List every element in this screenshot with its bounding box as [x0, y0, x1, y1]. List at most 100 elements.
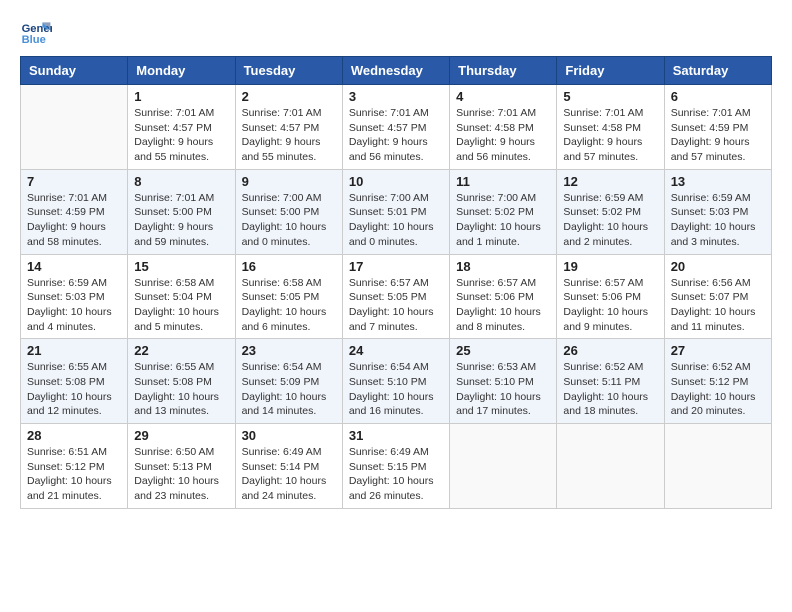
- header-tuesday: Tuesday: [235, 57, 342, 85]
- day-number: 24: [349, 343, 443, 358]
- calendar-week-4: 21 Sunrise: 6:55 AM Sunset: 5:08 PM Dayli…: [21, 339, 772, 424]
- day-number: 11: [456, 174, 550, 189]
- calendar-cell: 22 Sunrise: 6:55 AM Sunset: 5:08 PM Dayli…: [128, 339, 235, 424]
- day-info: Sunrise: 6:51 AM Sunset: 5:12 PM Dayligh…: [27, 445, 121, 504]
- calendar-cell: 19Sunrise: 6:57 AM Sunset: 5:06 PM Dayli…: [557, 254, 664, 339]
- day-info: Sunrise: 7:00 AM Sunset: 5:01 PM Dayligh…: [349, 191, 443, 250]
- calendar-cell: 8 Sunrise: 7:01 AM Sunset: 5:00 PM Daylig…: [128, 169, 235, 254]
- day-number: 25: [456, 343, 550, 358]
- calendar-header-row: SundayMondayTuesdayWednesdayThursdayFrid…: [21, 57, 772, 85]
- day-info: Sunrise: 6:52 AM Sunset: 5:12 PM Dayligh…: [671, 360, 765, 419]
- day-info: Sunrise: 6:56 AM Sunset: 5:07 PM Dayligh…: [671, 276, 765, 335]
- day-info: Sunrise: 6:58 AM Sunset: 5:04 PM Dayligh…: [134, 276, 228, 335]
- header-wednesday: Wednesday: [342, 57, 449, 85]
- calendar-cell: 20 Sunrise: 6:56 AM Sunset: 5:07 PM Dayli…: [664, 254, 771, 339]
- day-number: 12: [563, 174, 657, 189]
- day-number: 18: [456, 259, 550, 274]
- calendar-cell: 13 Sunrise: 6:59 AM Sunset: 5:03 PM Dayli…: [664, 169, 771, 254]
- day-number: 10: [349, 174, 443, 189]
- day-info: Sunrise: 6:49 AM Sunset: 5:15 PM Dayligh…: [349, 445, 443, 504]
- calendar-cell: 29 Sunrise: 6:50 AM Sunset: 5:13 PM Dayli…: [128, 424, 235, 509]
- calendar-week-2: 7 Sunrise: 7:01 AM Sunset: 4:59 PM Daylig…: [21, 169, 772, 254]
- day-info: Sunrise: 6:54 AM Sunset: 5:10 PM Dayligh…: [349, 360, 443, 419]
- day-info: Sunrise: 6:55 AM Sunset: 5:08 PM Dayligh…: [134, 360, 228, 419]
- header-monday: Monday: [128, 57, 235, 85]
- day-number: 26: [563, 343, 657, 358]
- day-number: 30: [242, 428, 336, 443]
- day-info: Sunrise: 6:50 AM Sunset: 5:13 PM Dayligh…: [134, 445, 228, 504]
- day-number: 31: [349, 428, 443, 443]
- calendar-cell: 28 Sunrise: 6:51 AM Sunset: 5:12 PM Dayli…: [21, 424, 128, 509]
- day-info: Sunrise: 6:58 AM Sunset: 5:05 PM Dayligh…: [242, 276, 336, 335]
- header-thursday: Thursday: [450, 57, 557, 85]
- day-number: 3: [349, 89, 443, 104]
- day-number: 21: [27, 343, 121, 358]
- calendar-week-1: 1 Sunrise: 7:01 AM Sunset: 4:57 PM Daylig…: [21, 85, 772, 170]
- calendar-table: SundayMondayTuesdayWednesdayThursdayFrid…: [20, 56, 772, 509]
- day-info: Sunrise: 6:59 AM Sunset: 5:02 PM Dayligh…: [563, 191, 657, 250]
- header-friday: Friday: [557, 57, 664, 85]
- calendar-cell: 1 Sunrise: 7:01 AM Sunset: 4:57 PM Daylig…: [128, 85, 235, 170]
- day-info: Sunrise: 6:59 AM Sunset: 5:03 PM Dayligh…: [27, 276, 121, 335]
- calendar-cell: 16 Sunrise: 6:58 AM Sunset: 5:05 PM Dayli…: [235, 254, 342, 339]
- day-number: 13: [671, 174, 765, 189]
- day-info: Sunrise: 7:01 AM Sunset: 4:57 PM Dayligh…: [349, 106, 443, 165]
- day-number: 29: [134, 428, 228, 443]
- calendar-cell: 2 Sunrise: 7:01 AM Sunset: 4:57 PM Daylig…: [235, 85, 342, 170]
- logo: General Blue: [20, 16, 52, 48]
- day-info: Sunrise: 7:00 AM Sunset: 5:02 PM Dayligh…: [456, 191, 550, 250]
- calendar-cell: 12 Sunrise: 6:59 AM Sunset: 5:02 PM Dayli…: [557, 169, 664, 254]
- calendar-cell: [21, 85, 128, 170]
- day-number: 17: [349, 259, 443, 274]
- calendar-cell: 25 Sunrise: 6:53 AM Sunset: 5:10 PM Dayli…: [450, 339, 557, 424]
- day-info: Sunrise: 6:59 AM Sunset: 5:03 PM Dayligh…: [671, 191, 765, 250]
- day-number: 2: [242, 89, 336, 104]
- calendar-week-3: 14Sunrise: 6:59 AM Sunset: 5:03 PM Dayli…: [21, 254, 772, 339]
- day-number: 27: [671, 343, 765, 358]
- calendar-cell: 24 Sunrise: 6:54 AM Sunset: 5:10 PM Dayli…: [342, 339, 449, 424]
- calendar-cell: 23Sunrise: 6:54 AM Sunset: 5:09 PM Dayli…: [235, 339, 342, 424]
- day-info: Sunrise: 7:01 AM Sunset: 4:57 PM Dayligh…: [134, 106, 228, 165]
- calendar-cell: 10 Sunrise: 7:00 AM Sunset: 5:01 PM Dayli…: [342, 169, 449, 254]
- calendar-cell: 15 Sunrise: 6:58 AM Sunset: 5:04 PM Dayli…: [128, 254, 235, 339]
- day-info: Sunrise: 6:57 AM Sunset: 5:05 PM Dayligh…: [349, 276, 443, 335]
- day-info: Sunrise: 7:01 AM Sunset: 4:57 PM Dayligh…: [242, 106, 336, 165]
- day-info: Sunrise: 7:01 AM Sunset: 4:59 PM Dayligh…: [27, 191, 121, 250]
- day-info: Sunrise: 7:01 AM Sunset: 4:58 PM Dayligh…: [456, 106, 550, 165]
- calendar-cell: 3 Sunrise: 7:01 AM Sunset: 4:57 PM Daylig…: [342, 85, 449, 170]
- day-number: 8: [134, 174, 228, 189]
- calendar-cell: [557, 424, 664, 509]
- calendar-cell: 17 Sunrise: 6:57 AM Sunset: 5:05 PM Dayli…: [342, 254, 449, 339]
- calendar-cell: 7 Sunrise: 7:01 AM Sunset: 4:59 PM Daylig…: [21, 169, 128, 254]
- day-number: 15: [134, 259, 228, 274]
- calendar-cell: 18 Sunrise: 6:57 AM Sunset: 5:06 PM Dayli…: [450, 254, 557, 339]
- calendar-cell: 11 Sunrise: 7:00 AM Sunset: 5:02 PM Dayli…: [450, 169, 557, 254]
- calendar-week-5: 28 Sunrise: 6:51 AM Sunset: 5:12 PM Dayli…: [21, 424, 772, 509]
- day-number: 9: [242, 174, 336, 189]
- day-number: 28: [27, 428, 121, 443]
- day-number: 1: [134, 89, 228, 104]
- day-number: 20: [671, 259, 765, 274]
- calendar-cell: [664, 424, 771, 509]
- calendar-cell: 21 Sunrise: 6:55 AM Sunset: 5:08 PM Dayli…: [21, 339, 128, 424]
- day-number: 5: [563, 89, 657, 104]
- day-info: Sunrise: 6:53 AM Sunset: 5:10 PM Dayligh…: [456, 360, 550, 419]
- day-number: 6: [671, 89, 765, 104]
- day-info: Sunrise: 7:01 AM Sunset: 5:00 PM Dayligh…: [134, 191, 228, 250]
- logo-icon: General Blue: [20, 16, 52, 48]
- calendar-cell: 31 Sunrise: 6:49 AM Sunset: 5:15 PM Dayli…: [342, 424, 449, 509]
- day-number: 22: [134, 343, 228, 358]
- calendar-cell: 27 Sunrise: 6:52 AM Sunset: 5:12 PM Dayli…: [664, 339, 771, 424]
- calendar-cell: 4Sunrise: 7:01 AM Sunset: 4:58 PM Daylig…: [450, 85, 557, 170]
- day-number: 7: [27, 174, 121, 189]
- day-info: Sunrise: 7:01 AM Sunset: 4:58 PM Dayligh…: [563, 106, 657, 165]
- day-number: 16: [242, 259, 336, 274]
- day-info: Sunrise: 6:52 AM Sunset: 5:11 PM Dayligh…: [563, 360, 657, 419]
- day-info: Sunrise: 6:57 AM Sunset: 5:06 PM Dayligh…: [456, 276, 550, 335]
- day-info: Sunrise: 6:55 AM Sunset: 5:08 PM Dayligh…: [27, 360, 121, 419]
- day-info: Sunrise: 7:01 AM Sunset: 4:59 PM Dayligh…: [671, 106, 765, 165]
- calendar-cell: 9Sunrise: 7:00 AM Sunset: 5:00 PM Daylig…: [235, 169, 342, 254]
- day-info: Sunrise: 6:49 AM Sunset: 5:14 PM Dayligh…: [242, 445, 336, 504]
- header-sunday: Sunday: [21, 57, 128, 85]
- day-info: Sunrise: 6:57 AM Sunset: 5:06 PM Dayligh…: [563, 276, 657, 335]
